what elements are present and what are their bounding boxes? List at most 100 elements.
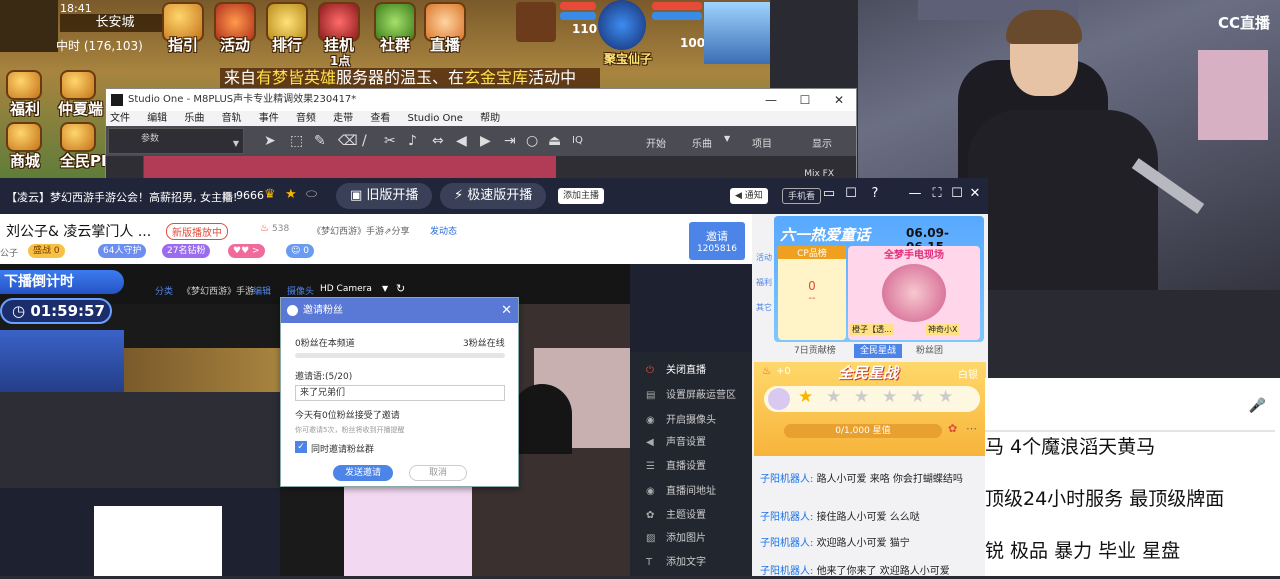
game-btn-2[interactable]: 排行 [272, 34, 302, 55]
sm-add-text[interactable]: T 添加文字 [646, 556, 706, 570]
menu-studio-one[interactable]: Studio One [408, 113, 463, 124]
pk-icon[interactable] [60, 122, 96, 152]
game-avatar[interactable] [0, 0, 58, 52]
paint-tool-icon[interactable]: / [362, 134, 367, 148]
cp-card[interactable]: CP品榜 0 -- [778, 246, 846, 340]
menu-help[interactable]: 帮助 [480, 113, 500, 124]
menu-view[interactable]: 查看 [370, 113, 390, 124]
arrow-tool-icon[interactable]: ➤ [264, 134, 276, 148]
tab-7day[interactable]: 7日贡献榜 [794, 344, 836, 358]
camera-dropdown-icon[interactable]: ▼ [382, 284, 388, 293]
start-label[interactable]: 开始 [646, 135, 666, 150]
sm-block-area[interactable]: ▤ 设置屏蔽运营区 [646, 389, 736, 403]
more-icon[interactable]: ⋯ [966, 422, 977, 435]
bend-tool-icon[interactable]: ⇔ [432, 134, 444, 148]
shop-icon[interactable] [6, 122, 42, 152]
game-portrait[interactable] [516, 2, 556, 42]
post-link[interactable]: 发动态 [430, 224, 457, 237]
param-dropdown-icon[interactable]: ▼ [233, 139, 239, 148]
left-btn-2[interactable]: 商城 [10, 150, 40, 171]
live-show-card[interactable]: 全梦手电现场 橙子【透... 神奇小X [848, 246, 980, 340]
star-icon[interactable]: ★ [285, 187, 297, 202]
menu-edit[interactable]: 编辑 [147, 113, 167, 124]
pet-portrait[interactable] [598, 0, 646, 50]
listen-tool-icon[interactable]: ◀ [456, 134, 467, 148]
menu-file[interactable]: 文件 [110, 113, 130, 124]
mic-icon[interactable]: 🎤 [1249, 398, 1266, 414]
mute-tool-icon[interactable]: ♪ [408, 134, 417, 148]
guard-badge[interactable]: 64人守护 [98, 244, 147, 258]
song-dropdown-icon[interactable]: ▼ [724, 134, 730, 143]
song-label[interactable]: 乐曲 [692, 135, 712, 150]
skin-icon[interactable]: ☐ [842, 186, 860, 201]
sm-theme[interactable]: ✿ 主题设置 [646, 509, 706, 523]
diamond-fans-badge[interactable]: 27名钻粉 [162, 244, 211, 258]
game-btn-4[interactable]: 社群 [380, 34, 410, 55]
snap-tool-icon[interactable]: ⇥ [504, 134, 516, 148]
game-btn-0[interactable]: 指引 [168, 34, 198, 55]
group-invite-checkbox[interactable]: ✓ [295, 441, 307, 453]
iq-tool-icon[interactable]: IQ [572, 134, 583, 148]
edit-category-link[interactable]: 编辑 [253, 284, 271, 297]
tag-icon[interactable]: ⬭ [306, 187, 317, 202]
camera-select[interactable]: HD Camera [320, 284, 372, 294]
fans-club-badge[interactable]: ♥♥ > [228, 244, 265, 258]
star-battle-card[interactable]: ♨ +0 全民星战 白银 ★ ★ ★ ★ ★ ★ 0/1,000 星值 ✿ ⋯ [754, 362, 986, 456]
next-tool-icon[interactable]: ▶ [480, 134, 491, 148]
maximize-live-icon[interactable]: ☐ [948, 186, 966, 201]
summer-icon[interactable] [60, 70, 96, 100]
close-live-icon[interactable]: ✕ [966, 186, 984, 201]
share-link[interactable]: ⇗分享 [384, 224, 410, 237]
menu-audio[interactable]: 音频 [296, 113, 316, 124]
dialog-close-icon[interactable]: ✕ [501, 298, 512, 323]
tab-fan-club[interactable]: 粉丝团 [916, 344, 943, 358]
notify-button[interactable]: ◀ 通知 [730, 188, 768, 204]
chat-name[interactable]: 子阳机器人: [760, 538, 813, 549]
tab-star-battle[interactable]: 全民星战 [854, 344, 903, 358]
flower-icon[interactable]: ✿ [948, 422, 957, 435]
left-btn-0[interactable]: 福利 [10, 98, 40, 119]
game-btn-5[interactable]: 直播 [430, 34, 460, 55]
side-tab-activity[interactable]: 活动 [754, 252, 774, 263]
refresh-icon[interactable]: ↻ [396, 282, 405, 295]
invite-button[interactable]: 邀请 1205816 [689, 222, 745, 260]
sm-live-settings[interactable]: ☰ 直播设置 [646, 460, 706, 474]
event-banner[interactable]: 六一热爱童话 06.09-06.15 CP品榜 0 -- 全梦手电现场 橙子【透… [774, 216, 984, 342]
display-label[interactable]: 显示 [812, 135, 832, 150]
menu-transport[interactable]: 走带 [333, 113, 353, 124]
screen-icon[interactable]: ▭ [820, 186, 838, 201]
sm-camera[interactable]: ◉ 开启摄像头 [646, 414, 716, 428]
side-tab-other[interactable]: 其它 [754, 302, 774, 313]
help-icon[interactable]: ? [866, 186, 884, 201]
phone-view-button[interactable]: 手机看 [782, 188, 822, 204]
send-invite-button[interactable]: 发送邀请 [333, 465, 393, 481]
fans-count-badge[interactable]: ☺ 0 [286, 244, 314, 258]
sm-room-url[interactable]: ◉ 直播间地址 [646, 485, 716, 499]
fullscreen-icon[interactable]: ⛶ [928, 186, 946, 201]
chat-name[interactable]: 子阳机器人: [760, 512, 813, 523]
add-host-button[interactable]: 添加主播 [558, 188, 605, 204]
live-tab-title[interactable]: 【凌云】梦幻西游手游公会！高薪招男, 女主播! [6, 189, 237, 205]
invite-text-input[interactable]: 来了兄弟们 [295, 385, 505, 401]
welfare-icon[interactable] [6, 70, 42, 100]
maximize-icon[interactable]: ☐ [788, 89, 822, 111]
menu-event[interactable]: 事件 [259, 113, 279, 124]
side-tab-welfare[interactable]: 福利 [754, 277, 774, 288]
fast-version-live-button[interactable]: ⚡ 极速版开播 [440, 183, 547, 209]
split-tool-icon[interactable]: ✂ [384, 134, 396, 148]
left-btn-1[interactable]: 仲夏端 [58, 98, 103, 119]
sm-audio[interactable]: ◀ 声音设置 [646, 436, 706, 450]
eraser-tool-icon[interactable]: ⌫ [338, 134, 358, 148]
minimize-live-icon[interactable]: — [906, 186, 924, 201]
chat-name[interactable]: 子阳机器人: [760, 474, 813, 485]
param-box[interactable]: 参数 ▼ [108, 128, 244, 154]
chat-name[interactable]: 子阳机器人: [760, 566, 813, 577]
pencil-tool-icon[interactable]: ✎ [314, 134, 326, 148]
sm-close-live[interactable]: ⏻ 关闭直播 [646, 364, 706, 378]
range-tool-icon[interactable]: ⬚ [290, 134, 303, 148]
game-btn-1[interactable]: 活动 [220, 34, 250, 55]
sm-add-image[interactable]: ▨ 添加图片 [646, 532, 706, 546]
scissors-tool-icon[interactable]: ⏏ [548, 134, 561, 148]
project-label[interactable]: 项目 [752, 135, 772, 150]
menu-song[interactable]: 乐曲 [184, 113, 204, 124]
